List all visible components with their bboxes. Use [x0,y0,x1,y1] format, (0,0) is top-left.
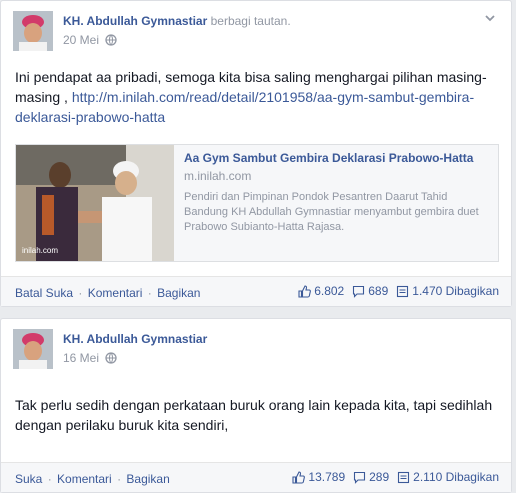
post-header: KH. Abdullah Gymnastiar berbagi tautan. [63,14,291,28]
preview-title[interactable]: Aa Gym Sambut Gembira Deklarasi Prabowo-… [184,151,473,165]
author-name[interactable]: KH. Abdullah Gymnastiar [63,332,207,346]
post-stats: 13.789 289 2.110 Dibagikan [284,470,499,484]
share-icon [397,285,409,297]
like-count[interactable]: 6.802 [298,284,344,298]
comment-count[interactable]: 289 [353,470,389,484]
feed-post: KH. Abdullah Gymnastiar berbagi tautan. … [0,0,512,307]
post-actions-bar: Batal Suka · Komentari · Bagikan 6.802 6… [1,276,511,306]
post-stats: 6.802 689 1.470 Dibagikan [290,284,499,298]
share-count-value: 2.110 Dibagikan [413,470,499,484]
link-preview[interactable]: inilah.com Aa Gym Sambut Gembira Deklara… [15,144,499,262]
post-action-links: Suka · Komentari · Bagikan [15,472,170,486]
preview-image[interactable]: inilah.com [16,145,174,261]
comment-count-value: 689 [368,284,389,298]
comment-link[interactable]: Komentari [88,286,143,300]
share-link[interactable]: Bagikan [157,286,200,300]
share-icon [398,471,410,483]
post-link[interactable]: http://m.inilah.com/read/detail/2101958/… [15,89,474,125]
chevron-down-icon[interactable] [483,11,497,25]
post-text: Ini pendapat aa pribadi, semoga kita bis… [15,67,503,127]
post-date[interactable]: 20 Mei [63,33,99,47]
share-link[interactable]: Bagikan [126,472,169,486]
like-count[interactable]: 13.789 [292,470,345,484]
comment-icon [354,471,366,484]
thumbs-up-icon [292,470,306,484]
preview-domain: m.inilah.com [184,169,252,183]
feed-post: KH. Abdullah Gymnastiar 16 Mei Tak perlu… [0,318,512,493]
preview-watermark: inilah.com [22,246,58,255]
comment-link[interactable]: Komentari [57,472,112,486]
post-header: KH. Abdullah Gymnastiar [63,332,207,346]
share-count-value: 1.470 Dibagikan [412,284,499,298]
thumbs-up-icon [298,284,312,298]
author-name[interactable]: KH. Abdullah Gymnastiar [63,14,207,28]
like-count-value: 6.802 [314,284,345,298]
avatar[interactable] [13,329,53,369]
post-action-links: Batal Suka · Komentari · Bagikan [15,286,201,300]
comment-icon [353,285,365,298]
globe-icon [105,34,117,46]
unlike-link[interactable]: Batal Suka [15,286,73,300]
post-meta: 16 Mei [63,351,117,365]
avatar[interactable] [13,11,53,51]
comment-count-value: 289 [369,470,390,484]
globe-icon [105,352,117,364]
comment-count[interactable]: 689 [352,284,388,298]
post-date[interactable]: 16 Mei [63,351,99,365]
like-link[interactable]: Suka [15,472,42,486]
post-actions-bar: Suka · Komentari · Bagikan 13.789 289 2.… [1,462,511,492]
share-count[interactable]: 2.110 Dibagikan [397,470,499,484]
share-count[interactable]: 1.470 Dibagikan [396,284,499,298]
post-meta: 20 Mei [63,33,117,47]
like-count-value: 13.789 [308,470,346,484]
preview-description: Pendiri dan Pimpinan Pondok Pesantren Da… [184,191,479,233]
shared-link-text: berbagi tautan. [210,14,291,28]
post-text: Tak perlu sedih dengan perkataan buruk o… [15,397,493,433]
